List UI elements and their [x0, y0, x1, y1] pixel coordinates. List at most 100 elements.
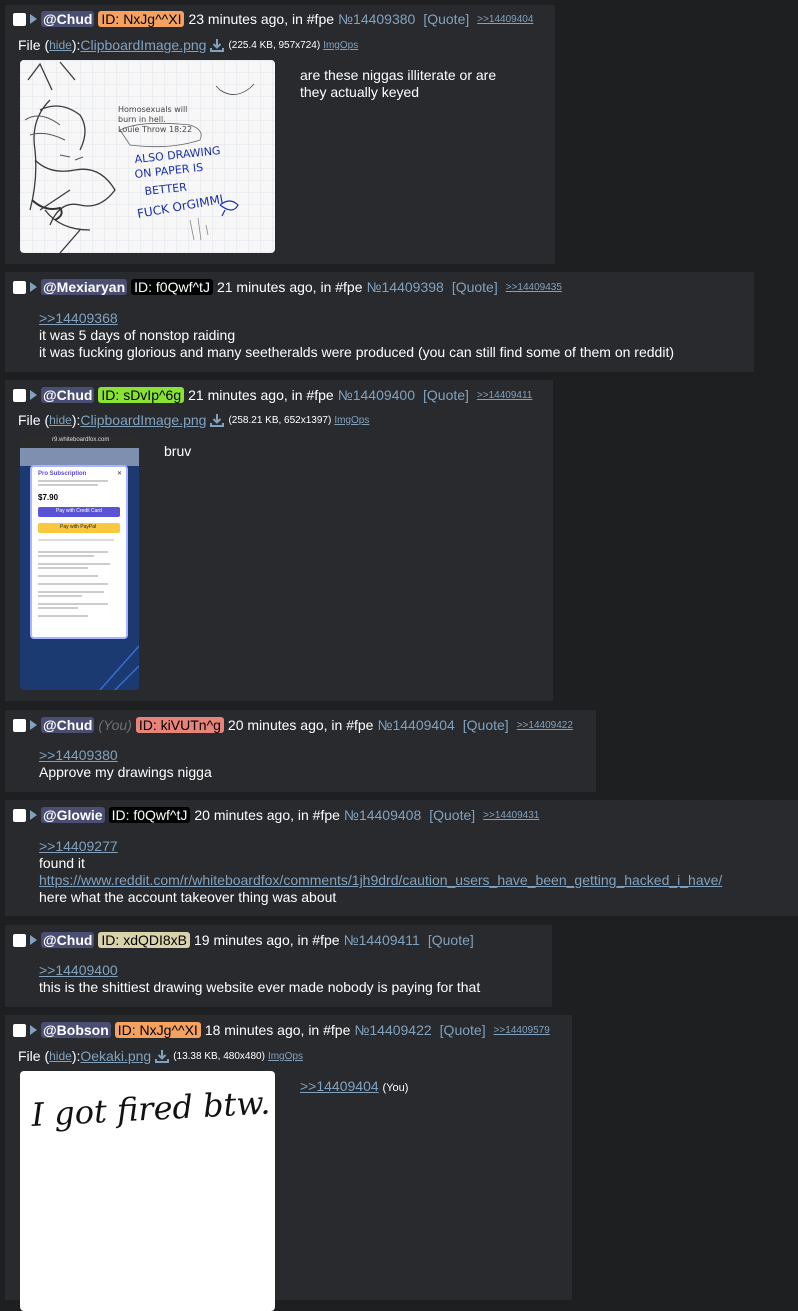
post-image-thumbnail[interactable]: Homosexuals will burn in hell. Louie Thr… [20, 60, 275, 253]
imgops-link[interactable]: ImgOps [268, 1051, 303, 1062]
post-header: @Glowie ID: f0Qwf^tJ 20 minutes ago, in … [13, 805, 539, 825]
post-image-thumbnail[interactable]: I got fired btw. [20, 1071, 275, 1311]
reply-quote-link[interactable]: >>14409380 [39, 747, 212, 764]
backlink[interactable]: >>14409431 [483, 810, 539, 821]
expand-arrow-icon[interactable] [30, 390, 37, 400]
select-checkbox[interactable] [13, 808, 26, 822]
close-icon: ✕ [116, 471, 122, 477]
post-number[interactable]: №14409404 [377, 717, 454, 733]
download-icon[interactable] [210, 38, 225, 52]
post-text-line: bruv [164, 443, 192, 459]
expand-arrow-icon[interactable] [30, 282, 37, 292]
poster-name[interactable]: @Mexiaryan [41, 279, 128, 295]
poster-id-badge[interactable]: ID: NxJg^^XI [114, 1022, 201, 1038]
select-checkbox[interactable] [13, 718, 26, 732]
quote-link[interactable]: [Quote] [452, 279, 498, 295]
imgops-link[interactable]: ImgOps [323, 40, 358, 51]
quote-link[interactable]: [Quote] [423, 11, 469, 27]
post-number[interactable]: №14409400 [338, 387, 415, 403]
post-header: @Chud (You) ID: kiVUTn^g 20 minutes ago,… [13, 715, 573, 735]
post-body: >>14409400 this is the shittiest drawing… [39, 962, 480, 996]
post-number[interactable]: №14409422 [354, 1022, 431, 1038]
file-name-link[interactable]: ClipboardImage.png [80, 412, 206, 428]
post-image-thumbnail[interactable]: r9.whiteboardfox.com Pro Subscription ✕ … [20, 436, 139, 690]
poster-name[interactable]: @Chud [41, 387, 95, 403]
poster-id-badge[interactable]: ID: sDvIp^6g [98, 387, 185, 403]
reply-quote-link[interactable]: >>14409368 [39, 310, 674, 327]
post-time: 23 minutes ago, in #fpe [188, 11, 335, 27]
file-name-link[interactable]: Oekaki.png [80, 1048, 151, 1064]
reply-quote-link[interactable]: >>14409400 [39, 962, 480, 979]
select-checkbox[interactable] [13, 933, 26, 947]
post-header: @Chud ID: sDvIp^6g 21 minutes ago, in #f… [13, 385, 532, 405]
poster-id-badge[interactable]: ID: kiVUTn^g [135, 717, 224, 733]
file-label: File ( [18, 1048, 50, 1064]
reply-quote-link[interactable]: >>14409277 [39, 838, 789, 855]
hide-link[interactable]: hide [49, 413, 72, 427]
expand-arrow-icon[interactable] [30, 810, 37, 820]
quote-link[interactable]: [Quote] [428, 932, 474, 948]
poster-id-badge[interactable]: ID: NxJg^^XI [98, 11, 185, 27]
expand-arrow-icon[interactable] [30, 14, 37, 24]
backlink[interactable]: >>14409435 [506, 282, 562, 293]
oekaki-drawing: I got fired btw. [29, 1084, 271, 1135]
hide-link[interactable]: hide [49, 38, 72, 52]
download-icon[interactable] [210, 413, 225, 427]
post-time: 21 minutes ago, in #fpe [216, 279, 363, 295]
poster-name[interactable]: @Chud [41, 932, 95, 948]
select-checkbox[interactable] [13, 12, 26, 26]
post: @Chud ID: xdQDI8xB 19 minutes ago, in #f… [5, 925, 552, 1007]
imgops-link[interactable]: ImgOps [334, 415, 369, 426]
expand-arrow-icon[interactable] [30, 720, 37, 730]
post-body: >>14409277 found it https://www.reddit.c… [39, 838, 789, 906]
quote-link[interactable]: [Quote] [440, 1022, 486, 1038]
external-url-link[interactable]: https://www.reddit.com/r/whiteboardfox/c… [39, 872, 789, 889]
backlink[interactable]: >>14409579 [494, 1025, 550, 1036]
expand-arrow-icon[interactable] [30, 935, 37, 945]
select-checkbox[interactable] [13, 388, 26, 402]
file-label-close: ): [71, 1048, 81, 1064]
post-time: 19 minutes ago, in #fpe [194, 932, 340, 948]
post-number[interactable]: №14409380 [338, 11, 415, 27]
download-icon[interactable] [155, 1049, 170, 1063]
poster-id-badge[interactable]: ID: f0Qwf^tJ [131, 279, 213, 295]
post-text-line: are these niggas illiterate or are [300, 67, 497, 83]
file-name-link[interactable]: ClipboardImage.png [80, 37, 206, 53]
post: @Mexiaryan ID: f0Qwf^tJ 21 minutes ago, … [5, 272, 754, 372]
poster-name[interactable]: @Bobson [41, 1022, 111, 1038]
poster-name[interactable]: @Chud [41, 11, 95, 27]
post-text-line: it was 5 days of nonstop raiding [39, 327, 236, 343]
expand-arrow-icon[interactable] [30, 1025, 37, 1035]
file-size-dims: (258.21 KB, 652x1397) [228, 414, 332, 426]
phone-url-bar: r9.whiteboardfox.com [20, 436, 139, 448]
poster-id-badge[interactable]: ID: f0Qwf^tJ [108, 807, 191, 823]
post-number[interactable]: №14409408 [344, 807, 421, 823]
post-time: 20 minutes ago, in #fpe [227, 717, 374, 733]
dialog-price: $7.90 [38, 493, 59, 502]
file-label: File ( [18, 412, 50, 428]
post-number[interactable]: №14409411 [344, 932, 420, 948]
quote-link[interactable]: [Quote] [463, 717, 509, 733]
poster-name[interactable]: @Chud [41, 717, 95, 733]
post-header: @Bobson ID: NxJg^^XI 18 minutes ago, in … [13, 1020, 550, 1040]
post-text: bruv [164, 443, 191, 460]
post-number[interactable]: №14409398 [367, 279, 444, 295]
backlink[interactable]: >>14409411 [477, 390, 532, 401]
file-info-line: File (hide): ClipboardImage.png (225.4 K… [18, 37, 358, 53]
quote-link[interactable]: [Quote] [429, 807, 475, 823]
post: @Chud ID: NxJg^^XI 23 minutes ago, in #f… [5, 5, 555, 264]
reply-quote-link[interactable]: >>14409404 [300, 1078, 379, 1094]
you-marker: (You) [382, 1082, 409, 1094]
phone-url: r9.whiteboardfox.com [52, 437, 110, 443]
post-text-line: found it [39, 855, 85, 871]
backlink[interactable]: >>14409422 [517, 720, 573, 731]
post: @Bobson ID: NxJg^^XI 18 minutes ago, in … [5, 1015, 572, 1311]
select-checkbox[interactable] [13, 1023, 26, 1037]
quote-link[interactable]: [Quote] [423, 387, 469, 403]
poster-id-badge[interactable]: ID: xdQDI8xB [98, 932, 191, 948]
poster-name[interactable]: @Glowie [41, 807, 105, 823]
post-text-line: Approve my drawings nigga [39, 764, 212, 780]
hide-link[interactable]: hide [49, 1049, 72, 1063]
backlink[interactable]: >>14409404 [477, 14, 533, 25]
select-checkbox[interactable] [13, 280, 26, 294]
